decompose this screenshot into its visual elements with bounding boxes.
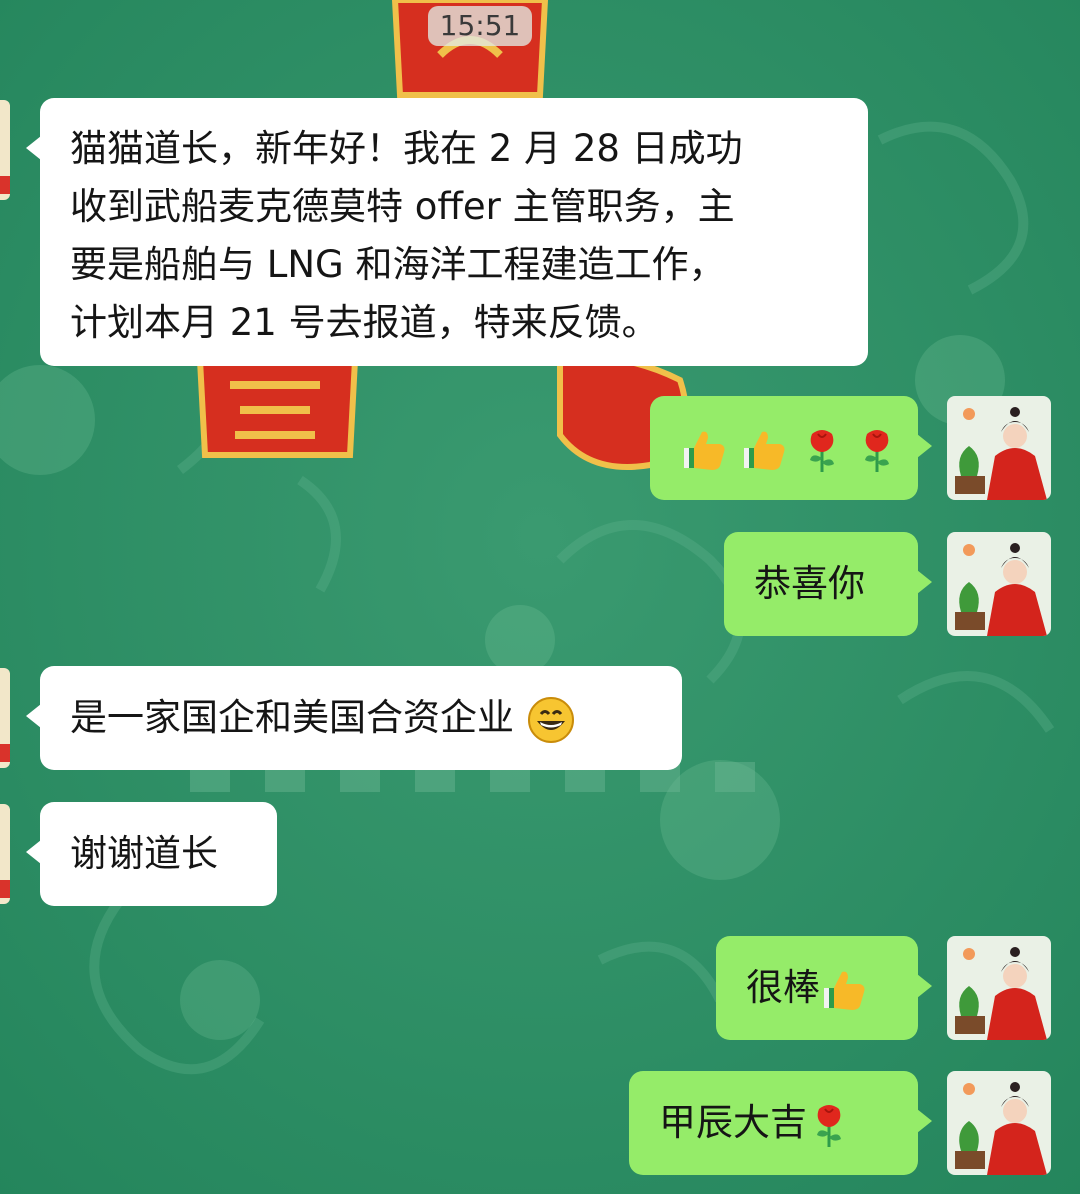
message-text: 甲辰大吉 [659, 1101, 807, 1144]
message-text: 是一家国企和美国合资企业 [70, 696, 514, 739]
user-avatar[interactable] [947, 1071, 1051, 1175]
message-bubble-incoming[interactable]: 猫猫道长，新年好！我在 2 月 28 日成功 收到武船麦克德莫特 offer 主… [26, 98, 868, 366]
thumbs-up-icon [684, 431, 725, 470]
message-bubble-outgoing[interactable]: 甲辰大吉 [629, 1071, 932, 1175]
contact-avatar[interactable] [0, 804, 10, 904]
message-line: 猫猫道长，新年好！我在 2 月 28 日成功 [70, 127, 743, 170]
rose-icon [865, 429, 890, 472]
message-bubble-incoming[interactable]: 是一家国企和美国合资企业 [26, 666, 682, 770]
message-bubble-incoming[interactable]: 谢谢道长 [26, 802, 277, 906]
message-line: 收到武船麦克德莫特 offer 主管职务，主 [70, 185, 735, 228]
rose-icon [809, 429, 834, 472]
contact-avatar[interactable] [0, 668, 10, 768]
message-text: 恭喜你 [754, 562, 865, 605]
message-bubble-outgoing[interactable] [650, 396, 932, 500]
message-bubble-outgoing[interactable]: 恭喜你 [724, 532, 932, 636]
thumbs-up-icon [824, 971, 865, 1010]
contact-avatar[interactable] [0, 100, 10, 200]
message-text: 谢谢道长 [70, 832, 218, 875]
thumbs-up-icon [743, 431, 785, 470]
grinning-face-icon [527, 696, 574, 743]
message-bubble-outgoing[interactable]: 很棒 [716, 936, 932, 1040]
message-line: 要是船舶与 LNG 和海洋工程建造工作， [70, 243, 726, 286]
message-text: 很棒 [746, 966, 820, 1009]
status-time: 15:51 [428, 6, 532, 46]
user-avatar[interactable] [947, 532, 1051, 636]
user-avatar[interactable] [947, 936, 1051, 1040]
user-avatar[interactable] [947, 396, 1051, 500]
message-line: 计划本月 21 号去报道，特来反馈。 [70, 301, 659, 344]
rose-icon [817, 1104, 841, 1147]
